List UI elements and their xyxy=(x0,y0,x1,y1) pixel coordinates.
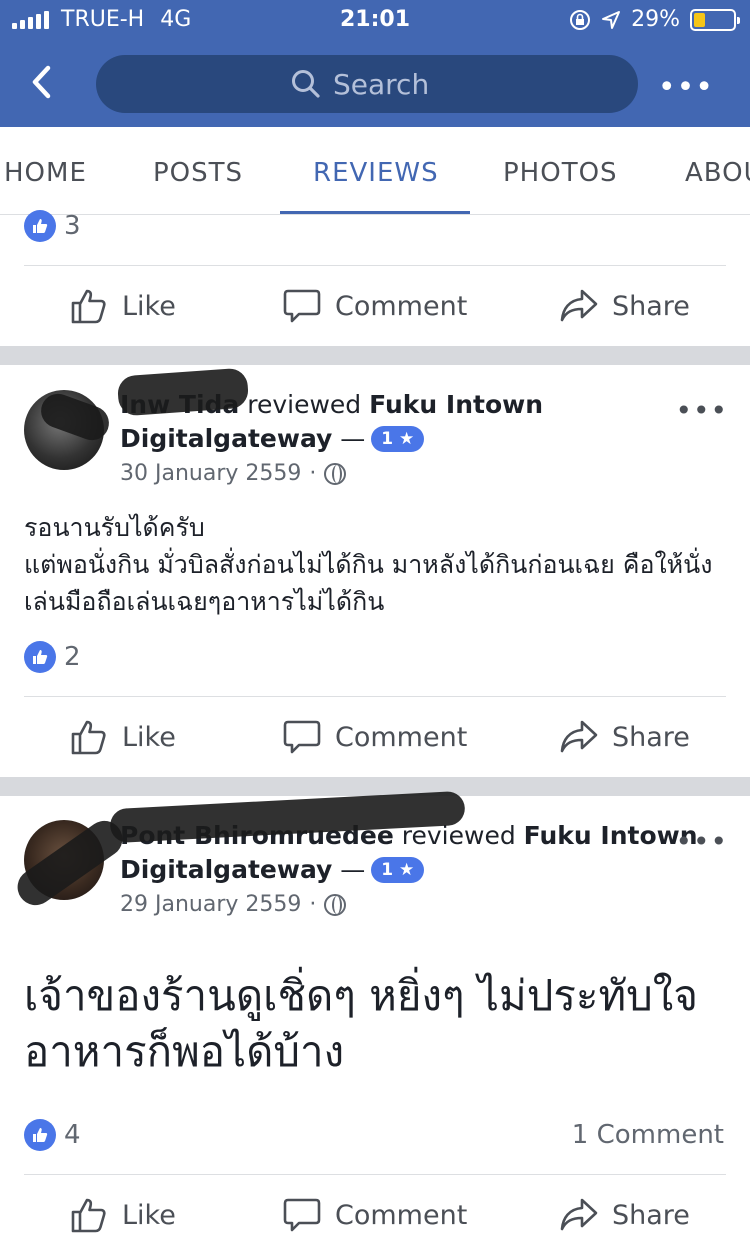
globe-icon xyxy=(324,893,347,916)
search-input[interactable] xyxy=(333,67,443,101)
tab-about[interactable]: ABOUT xyxy=(685,127,750,214)
tab-home[interactable]: HOME xyxy=(4,127,87,214)
status-bar: TRUE-H 4G 21:01 29% xyxy=(0,0,750,40)
like-reaction-icon xyxy=(24,641,56,673)
review-verb: reviewed xyxy=(247,390,362,419)
share-button[interactable]: Share xyxy=(560,1175,690,1243)
like-label: Like xyxy=(122,721,176,753)
battery-fill xyxy=(694,12,706,27)
share-label: Share xyxy=(612,1199,690,1231)
share-icon xyxy=(560,720,598,753)
share-label: Share xyxy=(612,721,690,753)
comment-icon xyxy=(283,289,321,323)
like-label: Like xyxy=(122,1199,176,1231)
headline-dash: — xyxy=(340,424,366,453)
thumbs-up-icon xyxy=(71,720,106,755)
comment-label: Comment xyxy=(335,721,468,753)
like-count[interactable]: 2 xyxy=(64,642,81,672)
more-options-button[interactable]: ••• xyxy=(658,70,714,105)
meta-separator: · xyxy=(309,892,317,917)
battery-icon xyxy=(690,8,740,31)
chevron-left-icon xyxy=(32,65,51,99)
review-meta: 30 January 2559 · xyxy=(120,461,347,486)
like-reaction-icon xyxy=(24,1119,56,1151)
back-button[interactable] xyxy=(26,62,56,102)
active-tab-indicator xyxy=(280,211,470,214)
comments-count-link[interactable]: 1 Comment xyxy=(572,1120,724,1150)
review-text: เจ้าของร้านดูเชิ่ดๆ หยิ่งๆ ไม่ประทับใจ อ… xyxy=(24,971,698,1076)
comment-icon xyxy=(283,1198,321,1232)
tab-photos[interactable]: PHOTOS xyxy=(503,127,618,214)
tab-reviews[interactable]: REVIEWS xyxy=(313,127,439,214)
headline-dash: — xyxy=(340,855,366,884)
rating-badge: 1 ★ xyxy=(371,857,425,883)
thumbs-up-icon xyxy=(71,289,106,324)
battery-percent: 29% xyxy=(631,7,680,32)
share-icon xyxy=(560,289,598,322)
post-actions: Like Comment Share xyxy=(0,266,750,346)
location-icon xyxy=(602,10,621,29)
comment-button[interactable]: Comment xyxy=(283,1175,467,1243)
post-actions: Like Comment Share xyxy=(0,1175,750,1243)
like-button[interactable]: Like xyxy=(70,697,176,777)
share-icon xyxy=(560,1198,598,1231)
review-text: รอนานรับได้ครับ แต่พอนั่งกิน มั่วบิลสั่ง… xyxy=(24,513,713,616)
comment-button[interactable]: Comment xyxy=(283,266,467,346)
review-date[interactable]: 29 January 2559 xyxy=(120,892,301,917)
rating-badge: 1 ★ xyxy=(371,426,425,452)
like-button[interactable]: Like xyxy=(70,266,176,346)
page-tabs: HOME POSTS REVIEWS PHOTOS ABOUT xyxy=(0,127,750,215)
comment-icon xyxy=(283,720,321,754)
review-date[interactable]: 30 January 2559 xyxy=(120,461,301,486)
globe-icon xyxy=(324,462,347,485)
tab-posts[interactable]: POSTS xyxy=(153,127,243,214)
search-bar[interactable] xyxy=(96,55,638,113)
post-actions: Like Comment Share xyxy=(0,697,750,777)
meta-separator: · xyxy=(309,461,317,486)
comment-label: Comment xyxy=(335,290,468,322)
comment-button[interactable]: Comment xyxy=(283,697,467,777)
rotation-lock-icon xyxy=(570,9,591,30)
share-button[interactable]: Share xyxy=(560,266,690,346)
review-meta: 29 January 2559 · xyxy=(120,892,347,917)
feed-separator xyxy=(0,346,750,365)
like-button[interactable]: Like xyxy=(70,1175,176,1243)
comment-label: Comment xyxy=(335,1199,468,1231)
like-count[interactable]: 4 xyxy=(64,1120,81,1150)
share-button[interactable]: Share xyxy=(560,697,690,777)
search-icon xyxy=(292,70,320,98)
like-count[interactable]: 3 xyxy=(64,211,81,241)
like-label: Like xyxy=(122,290,176,322)
share-label: Share xyxy=(612,290,690,322)
post-options-button[interactable]: ••• xyxy=(675,825,728,858)
feed-separator xyxy=(0,777,750,796)
thumbs-up-icon xyxy=(71,1198,106,1233)
like-reaction-icon xyxy=(24,210,56,242)
post-options-button[interactable]: ••• xyxy=(675,394,728,427)
app-header: TRUE-H 4G 21:01 29% ••• xyxy=(0,0,750,127)
